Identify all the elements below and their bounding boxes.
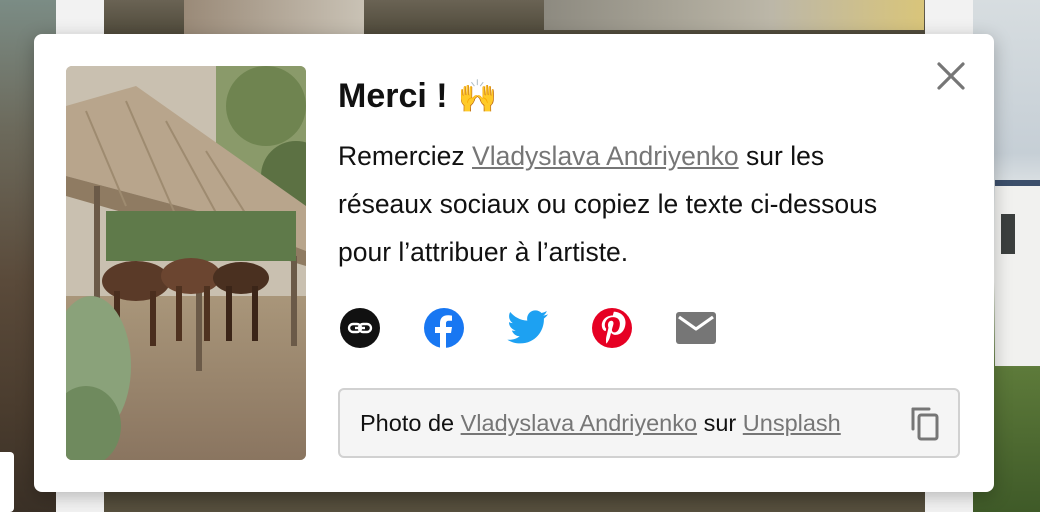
twitter-icon <box>507 310 548 344</box>
photo-thumbnail <box>66 66 306 460</box>
artist-link[interactable]: Vladyslava Andriyenko <box>472 141 739 171</box>
email-share-button[interactable] <box>674 306 718 350</box>
attribution-text: Photo de Vladyslava Andriyenko sur Unspl… <box>360 410 880 437</box>
attribution-site-link[interactable]: Unsplash <box>743 410 841 436</box>
share-buttons <box>338 306 758 350</box>
link-icon <box>340 308 380 348</box>
thank-you-modal: Merci ! 🙌 Remerciez Vladyslava Andriyenk… <box>34 34 994 492</box>
background-road <box>544 0 924 30</box>
attribution-prefix: Photo de <box>360 409 461 436</box>
modal-title-row: Merci ! 🙌 <box>338 74 898 118</box>
attribution-middle: sur <box>697 409 743 436</box>
copy-link-button[interactable] <box>338 306 382 350</box>
attribution-artist-link[interactable]: Vladyslava Andriyenko <box>461 410 697 436</box>
background-house <box>995 180 1040 366</box>
pinterest-share-button[interactable] <box>590 306 634 350</box>
pinterest-icon <box>592 308 632 348</box>
facebook-share-button[interactable] <box>422 306 466 350</box>
facebook-icon <box>424 308 464 348</box>
close-button[interactable] <box>931 56 971 96</box>
background-window <box>1001 214 1015 254</box>
raised-hands-emoji: 🙌 <box>457 78 498 114</box>
background-tab <box>0 452 14 512</box>
background-roof <box>184 0 364 34</box>
modal-title: Merci ! <box>338 77 448 115</box>
modal-message: Remerciez Vladyslava Andriyenko sur les … <box>338 132 898 276</box>
photo-illustration <box>66 66 306 460</box>
copy-icon <box>911 407 939 441</box>
email-icon <box>676 312 716 344</box>
modal-content: Merci ! 🙌 Remerciez Vladyslava Andriyenk… <box>338 74 898 276</box>
attribution-field[interactable]: Photo de Vladyslava Andriyenko sur Unspl… <box>338 388 960 458</box>
copy-attribution-button[interactable] <box>908 406 942 441</box>
message-prefix: Remerciez <box>338 141 473 171</box>
close-icon <box>937 62 965 90</box>
twitter-share-button[interactable] <box>506 306 550 350</box>
